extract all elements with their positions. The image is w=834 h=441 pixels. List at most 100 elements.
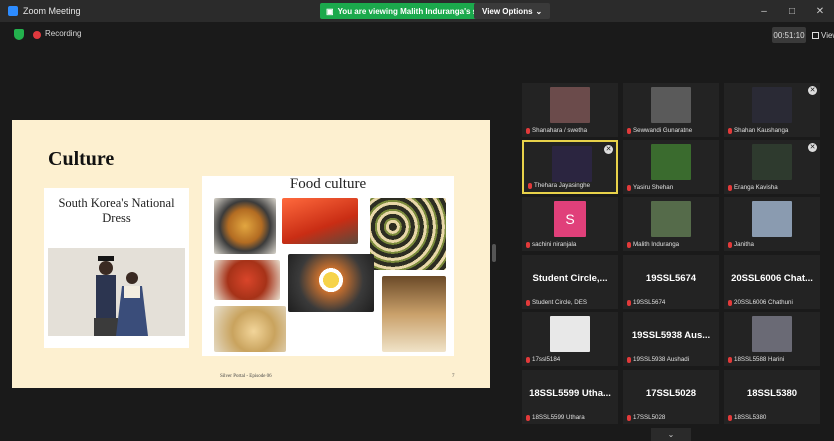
close-icon[interactable]: ✕ bbox=[808, 86, 817, 95]
participant-video bbox=[752, 201, 792, 237]
participant-name: 18SSL5599 Uthara bbox=[526, 414, 585, 421]
recording-label: Recording bbox=[45, 29, 82, 38]
participant-display-name: Student Circle,... bbox=[532, 273, 608, 284]
muted-mic-icon bbox=[627, 356, 631, 363]
participant-name-label: 18SSL5599 Uthara bbox=[532, 414, 585, 421]
close-icon[interactable]: ✕ bbox=[808, 143, 817, 152]
participant-tile[interactable]: ✕ Shahan Kaushanga bbox=[724, 83, 820, 137]
app-title: Zoom Meeting bbox=[0, 6, 320, 16]
screen-share-icon: ▣ bbox=[326, 6, 334, 16]
participant-name-label: 19SSL5938 Aushadi bbox=[633, 356, 690, 363]
participant-name-label: Sewwandi Gunaratne bbox=[633, 127, 693, 134]
food-photo-dumplings bbox=[214, 306, 286, 352]
participant-tile[interactable]: ✕ Eranga Kavisha bbox=[724, 140, 820, 194]
meeting-status-bar: Recording 00:51:10 View bbox=[0, 26, 834, 44]
participant-video bbox=[752, 87, 792, 123]
food-photo-ramen bbox=[214, 198, 276, 254]
participant-video bbox=[651, 144, 691, 180]
food-photo-chicken bbox=[214, 260, 280, 300]
participant-tile[interactable]: Student Circle,... Student Circle, DES bbox=[522, 255, 618, 309]
participant-tile[interactable]: Ssachini niranjala bbox=[522, 197, 618, 251]
participant-name: Shahan Kaushanga bbox=[728, 127, 788, 134]
participant-name: Yasiru Shehan bbox=[627, 184, 673, 191]
muted-mic-icon bbox=[627, 127, 631, 134]
participant-name: 19SSL5674 bbox=[627, 299, 665, 306]
participant-name: Thehara Jayasinghe bbox=[528, 182, 590, 189]
participant-name-label: 17ssl5184 bbox=[532, 356, 561, 363]
close-icon[interactable]: ✕ bbox=[604, 145, 613, 154]
participant-video bbox=[752, 144, 792, 180]
muted-mic-icon bbox=[526, 414, 530, 421]
panel-splitter-handle[interactable] bbox=[492, 244, 496, 262]
participant-tile[interactable]: Sewwandi Gunaratne bbox=[623, 83, 719, 137]
muted-mic-icon bbox=[526, 127, 530, 134]
participant-tile[interactable]: Shanahara / swetha bbox=[522, 83, 618, 137]
food-photo-bibimbap bbox=[288, 254, 374, 312]
participant-display-name: 17SSL5028 bbox=[645, 388, 697, 399]
participant-tile[interactable]: Yasiru Shehan bbox=[623, 140, 719, 194]
participant-name: 17ssl5184 bbox=[526, 356, 560, 363]
close-button[interactable]: ✕ bbox=[806, 0, 834, 22]
participant-tile[interactable]: 20SSL6006 Chat... 20SSL6006 Chathuni bbox=[724, 255, 820, 309]
shield-icon[interactable] bbox=[14, 29, 24, 40]
participant-video bbox=[651, 201, 691, 237]
participant-name-label: 18SSL5588 Harini bbox=[734, 356, 785, 363]
view-label: View bbox=[821, 30, 834, 40]
participant-initial-avatar: S bbox=[554, 201, 586, 237]
muted-mic-icon bbox=[728, 184, 732, 191]
participant-name: 17SSL5028 bbox=[627, 414, 665, 421]
participant-tile[interactable]: Malith Induranga bbox=[623, 197, 719, 251]
participant-name-label: Shahan Kaushanga bbox=[734, 127, 789, 134]
participant-tile[interactable]: 17SSL5028 17SSL5028 bbox=[623, 370, 719, 424]
view-button[interactable]: View bbox=[812, 27, 834, 43]
window-controls: – □ ✕ bbox=[750, 0, 834, 22]
participant-video bbox=[552, 146, 592, 182]
participant-tile[interactable]: 19SSL5938 Aus... 19SSL5938 Aushadi bbox=[623, 312, 719, 366]
participant-name-label: 19SSL5674 bbox=[633, 299, 666, 306]
muted-mic-icon bbox=[526, 299, 530, 306]
muted-mic-icon bbox=[728, 127, 732, 134]
minimize-button[interactable]: – bbox=[750, 0, 778, 22]
food-photo-tteokbokki bbox=[282, 198, 358, 244]
participant-name-label: 18SSL5380 bbox=[734, 414, 767, 421]
participant-name: Student Circle, DES bbox=[526, 299, 587, 306]
participant-tile[interactable]: 17ssl5184 bbox=[522, 312, 618, 366]
participant-display-name: 19SSL5674 bbox=[645, 273, 697, 284]
chevron-down-icon: ⌄ bbox=[535, 6, 543, 16]
shared-slide: Culture South Korea's National Dress Foo… bbox=[12, 120, 490, 388]
participant-name-label: 17SSL5028 bbox=[633, 414, 666, 421]
participant-display-name: 18SSL5599 Utha... bbox=[529, 388, 611, 399]
participant-name: Shanahara / swetha bbox=[526, 127, 587, 134]
dress-card: South Korea's National Dress bbox=[44, 188, 189, 348]
participant-tile[interactable]: 18SSL5380 18SSL5380 bbox=[724, 370, 820, 424]
participant-name: 20SSL6006 Chathuni bbox=[728, 299, 793, 306]
muted-mic-icon bbox=[627, 241, 631, 248]
participant-video bbox=[550, 87, 590, 123]
muted-mic-icon bbox=[627, 299, 631, 306]
participant-name: 19SSL5938 Aushadi bbox=[627, 356, 689, 363]
food-photo-tea bbox=[382, 276, 446, 352]
participant-name-label: Janitha bbox=[734, 241, 754, 248]
participant-name: 18SSL5588 Harini bbox=[728, 356, 784, 363]
participant-name-label: Yasiru Shehan bbox=[633, 184, 674, 191]
participant-name-label: 20SSL6006 Chathuni bbox=[734, 299, 793, 306]
participant-name-label: Shanahara / swetha bbox=[532, 127, 588, 134]
grid-view-icon bbox=[812, 31, 819, 39]
view-options-label: View Options bbox=[482, 6, 533, 16]
muted-mic-icon bbox=[528, 182, 532, 189]
participant-tile[interactable]: ✕ Thehara Jayasinghe bbox=[522, 140, 618, 194]
view-options-button[interactable]: View Options ⌄ bbox=[474, 3, 551, 19]
participant-tile[interactable]: 18SSL5588 Harini bbox=[724, 312, 820, 366]
participant-tile[interactable]: 18SSL5599 Utha... 18SSL5599 Uthara bbox=[522, 370, 618, 424]
participant-tile[interactable]: Janitha bbox=[724, 197, 820, 251]
participant-name-label: Malith Induranga bbox=[633, 241, 680, 248]
muted-mic-icon bbox=[728, 241, 732, 248]
participant-video bbox=[651, 87, 691, 123]
participant-tile[interactable]: 19SSL5674 19SSL5674 bbox=[623, 255, 719, 309]
chevron-down-icon[interactable]: ⌄ bbox=[651, 428, 691, 441]
participant-name: 18SSL5380 bbox=[728, 414, 766, 421]
participant-display-name: 19SSL5938 Aus... bbox=[631, 330, 711, 341]
maximize-button[interactable]: □ bbox=[778, 0, 806, 22]
participant-video bbox=[550, 316, 590, 352]
participant-name-label: Thehara Jayasinghe bbox=[534, 182, 591, 189]
